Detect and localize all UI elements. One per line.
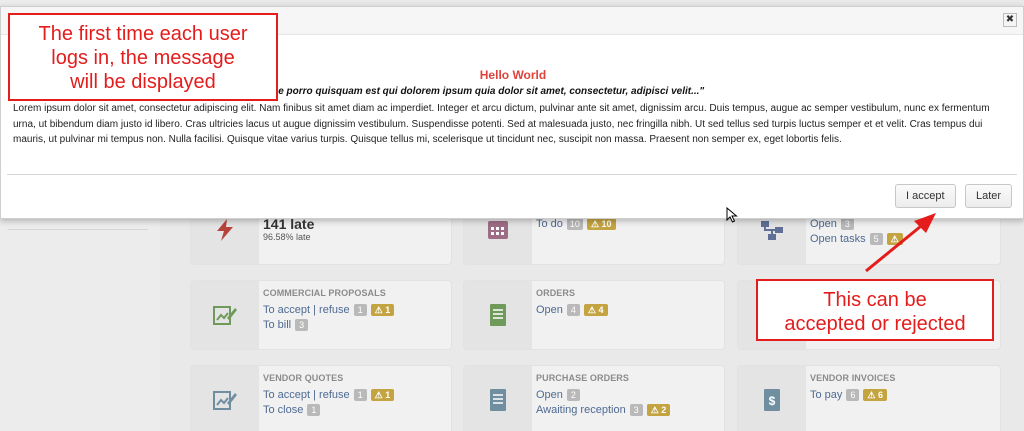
annotation-arrow	[865, 213, 936, 273]
